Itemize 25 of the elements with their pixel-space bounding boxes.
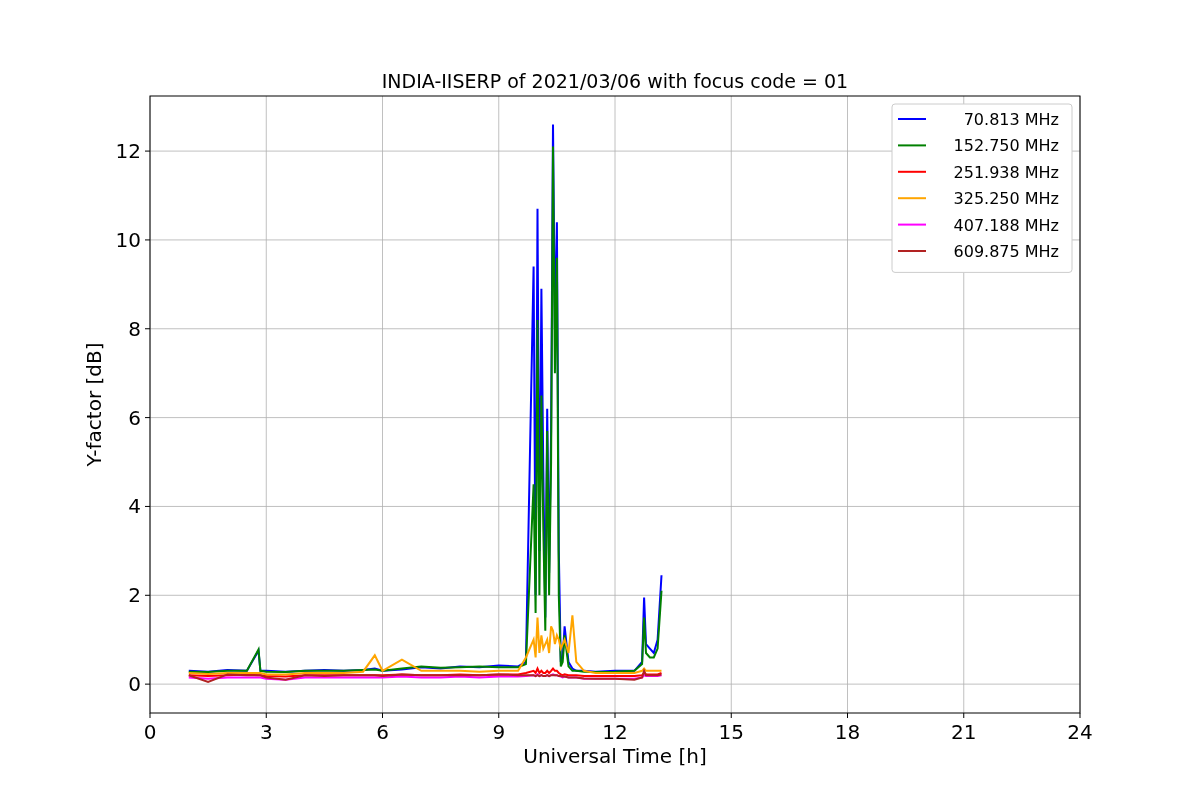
legend-label: 407.188 MHz: [953, 215, 1059, 235]
tick-label: 6: [128, 405, 141, 430]
axis-label: Universal Time [h]: [523, 744, 707, 768]
tick-label: 21: [951, 720, 977, 744]
tick-label: 15: [718, 720, 744, 744]
tick-label: 6: [376, 720, 389, 744]
legend-label: 152.750 MHz: [953, 136, 1059, 156]
tick-label: 0: [143, 720, 157, 744]
axis-label: Y-factor [dB]: [82, 342, 106, 467]
tick-label: 0: [128, 672, 141, 697]
tick-label: 2: [128, 583, 141, 608]
legend-label: 70.813 MHz: [963, 110, 1059, 129]
tick-label: 18: [834, 720, 861, 744]
chart-title: INDIA-IISERP of 2021/03/06 with focus code = 01: [381, 70, 849, 92]
tick-label: 24: [1067, 720, 1093, 744]
tick-label: 12: [602, 720, 628, 744]
legend-label: 609.875 MHz: [953, 242, 1059, 261]
tick-label: 12: [115, 139, 141, 164]
tick-label: 9: [492, 720, 506, 744]
tick-label: 3: [259, 720, 273, 744]
legend-label: 325.250 MHz: [953, 189, 1059, 209]
tick-label: 4: [128, 494, 141, 519]
tick-label: 10: [115, 227, 141, 252]
legend-label: 251.938 MHz: [953, 162, 1059, 182]
tick-label: 8: [128, 316, 141, 341]
